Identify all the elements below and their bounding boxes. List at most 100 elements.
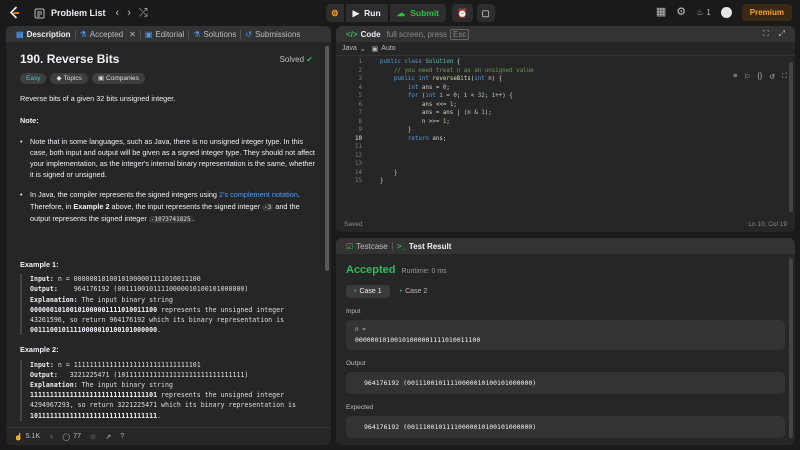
esc-key-badge: Esc <box>450 28 470 40</box>
explanation-label: Explanation: <box>30 381 78 390</box>
premium-button[interactable]: Premium <box>741 4 792 21</box>
close-icon[interactable]: ✕ <box>129 30 136 39</box>
result-scrollbar[interactable] <box>789 258 793 438</box>
star-icon[interactable]: ☆ <box>90 433 96 441</box>
complement-notation-link[interactable]: 2's complement notation <box>219 190 298 199</box>
companies-label: Companies <box>106 75 139 83</box>
explanation-text: . <box>157 326 162 335</box>
line-number: 6 <box>358 101 363 108</box>
result-panel: ☑ Testcase >_ Test Result Accepted Runti… <box>336 238 795 445</box>
code-window-controls: ⛶ ⤢ <box>763 29 795 39</box>
tab-solutions[interactable]: ⚗ Solutions <box>189 26 240 42</box>
topics-button[interactable]: ◆ Topics <box>50 73 88 85</box>
dot-icon: • <box>399 288 403 295</box>
chevron-right-icon[interactable]: › <box>127 7 131 19</box>
example-output: 964176192 (00111001011110000010100101000… <box>61 285 249 294</box>
terminal-icon: >_ <box>396 241 406 251</box>
language-select[interactable]: Java ⌄ <box>342 45 366 53</box>
explanation-bold: 00000010100101000001111010011100 <box>30 305 158 314</box>
leetcode-logo-icon[interactable] <box>8 6 22 20</box>
code-scrollbar[interactable] <box>789 62 793 212</box>
expected-value: 964176192 (00111001011110000010100101000… <box>364 423 537 431</box>
code-panel: </> Code full screen, press Esc ⛶ ⤢ Java… <box>336 26 795 232</box>
explanation-bold: 11111111111111111111111111111101 <box>30 391 158 400</box>
description-tabs: ▤ Description ⚗ Accepted ✕ ▣ Editorial ⚗… <box>6 26 331 42</box>
runtime-label: Runtime: 0 ms <box>401 268 447 275</box>
play-icon: ▶ <box>352 7 360 18</box>
comment-icon: ◯ <box>62 433 71 441</box>
streak-counter[interactable]: ♨ 1 <box>696 7 711 18</box>
note-text: . <box>192 213 195 223</box>
case-1-button[interactable]: • Case 1 <box>346 285 390 298</box>
run-button[interactable]: ▶ Run <box>345 4 388 22</box>
language-label: Java <box>342 45 357 52</box>
verdict-label: Accepted <box>346 264 396 276</box>
help-icon[interactable]: ? <box>120 433 124 440</box>
output-label: Output <box>346 360 366 367</box>
description-scrollbar[interactable] <box>325 46 329 271</box>
line-number: 1 <box>358 59 363 65</box>
companies-button[interactable]: ▣ Companies <box>91 73 145 85</box>
result-tabs: ☑ Testcase >_ Test Result <box>336 238 795 254</box>
tab-code[interactable]: </> Code <box>342 26 385 42</box>
dislike-button[interactable]: ☟ <box>49 433 53 441</box>
problem-list-link[interactable]: Problem List <box>51 8 106 18</box>
line-number: 13 <box>355 161 362 167</box>
tab-test-result[interactable]: >_ Test Result <box>393 238 456 254</box>
timer-button[interactable]: ⏰ <box>452 4 473 22</box>
shuffle-icon[interactable]: ⤮ <box>139 7 148 19</box>
problem-list-icon[interactable] <box>34 8 45 19</box>
code-icon: </> <box>346 29 358 39</box>
tab-solutions-label: Solutions <box>203 29 237 39</box>
tab-editorial[interactable]: ▣ Editorial <box>141 26 188 42</box>
debug-button[interactable]: ⚙ <box>326 4 344 22</box>
tab-accepted[interactable]: ⚗ Accepted ✕ <box>76 26 140 42</box>
tab-description[interactable]: ▤ Description <box>12 26 75 42</box>
share-icon[interactable]: ↗ <box>105 433 111 441</box>
checkbox-icon: ☑ <box>346 241 354 251</box>
settings-gear-icon[interactable]: ⚙ <box>676 7 686 18</box>
chevron-down-icon: ⌄ <box>359 45 366 53</box>
alarm-clock-icon: ⏰ <box>457 7 468 18</box>
lock-icon: ▣ <box>371 45 379 53</box>
tab-editorial-label: Editorial <box>155 29 185 39</box>
example-box: Input: n = 11111111111111111111111111111… <box>20 359 317 421</box>
editor-status-bar: Saved Ln 10, Col 19 <box>344 221 787 228</box>
avatar[interactable] <box>720 7 732 18</box>
line-number: 7 <box>358 110 363 116</box>
example-title: Example 2: <box>20 345 59 355</box>
tab-testcase[interactable]: ☑ Testcase <box>342 238 392 254</box>
line-number: 4 <box>358 84 363 91</box>
layout-grid-icon[interactable]: ▦ <box>656 7 666 18</box>
chevron-left-icon[interactable]: ‹ <box>116 7 120 19</box>
submit-label: Submit <box>410 8 440 18</box>
flask-icon: ⚗ <box>79 29 87 39</box>
thumbs-down-icon: ☟ <box>49 433 54 441</box>
explanation-bold: 00111001011110000010100101000000 <box>30 326 158 335</box>
problem-tags: Easy ◆ Topics ▣ Companies <box>20 73 317 85</box>
case-2-button[interactable]: • Case 2 <box>392 285 436 298</box>
input-box: n = 00000010100101000001111010011100 <box>346 320 785 350</box>
comments-button[interactable]: ◯ 77 <box>62 433 81 441</box>
like-button[interactable]: ☝ 5.1K <box>14 433 40 441</box>
tab-submissions[interactable]: ↺ Submissions <box>241 26 304 42</box>
maximize-icon[interactable]: ⛶ <box>763 29 769 39</box>
expand-icon[interactable]: ⤢ <box>779 29 785 39</box>
verdict-row: Accepted Runtime: 0 ms <box>346 264 785 276</box>
document-icon: ▤ <box>16 29 24 39</box>
comment-count: 77 <box>73 433 82 440</box>
description-body: 190. Reverse Bits Easy ◆ Topics ▣ Compan… <box>6 42 331 429</box>
code-text[interactable]: public class Solution { // you need trea… <box>380 58 534 186</box>
history-icon: ↺ <box>245 29 253 39</box>
output-box: 964176192 (00111001011110000010100101000… <box>346 372 785 394</box>
problem-title: 190. Reverse Bits <box>20 52 120 66</box>
code-editor[interactable]: 1 2 3 4 5 6 7 8 9 10 11 12 13 14 15 public class Solut… <box>336 56 795 232</box>
output-label: Output: <box>30 370 58 379</box>
line-number: 10 <box>355 135 362 142</box>
auto-mode-toggle[interactable]: ▣ Auto <box>372 45 396 53</box>
fullscreen-hint: full screen, press <box>386 29 448 39</box>
case-tabs: • Case 1 • Case 2 <box>346 285 785 298</box>
note-text: above, the input represents the signed i… <box>109 201 263 211</box>
notes-button[interactable]: ▢ <box>476 4 495 22</box>
submit-button[interactable]: ☁ Submit <box>389 4 447 22</box>
